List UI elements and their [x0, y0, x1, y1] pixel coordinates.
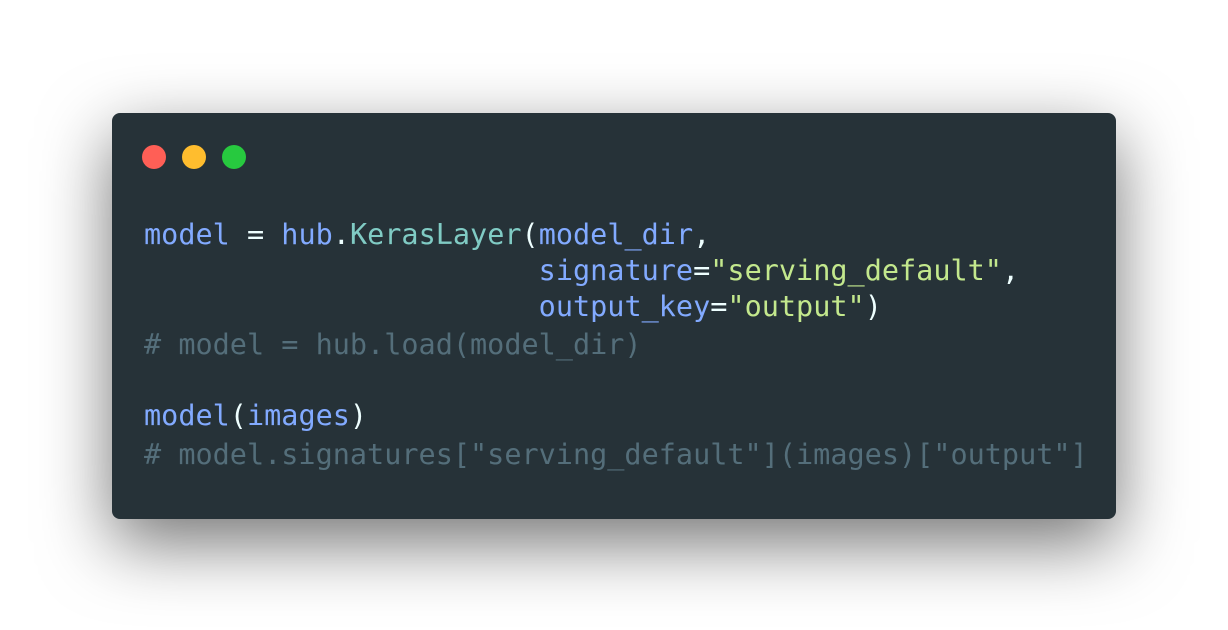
code-line-comment: # model = hub.load(model_dir) [144, 327, 642, 363]
code-token-punctuation [144, 254, 539, 287]
code-token-string: "output" [727, 290, 865, 323]
code-token-comment: # model = hub.load(model_dir) [144, 328, 642, 361]
code-token-identifier: signature [538, 254, 694, 287]
code-token-comment: # model.signatures["serving_default"](im… [144, 438, 1088, 471]
code-token-punctuation: = [229, 218, 282, 251]
maximize-dot-icon[interactable] [222, 145, 246, 169]
code-token-punctuation [144, 290, 539, 323]
code-token-punctuation: ( [229, 399, 247, 432]
code-token-punctuation: . [332, 218, 350, 251]
code-token-identifier: model [144, 399, 230, 432]
code-token-punctuation: ) [349, 399, 368, 432]
code-token-identifier: images [246, 399, 350, 432]
code-token-identifier: model_dir [538, 218, 694, 251]
code-token-punctuation: ( [521, 218, 539, 251]
code-line: output_key="output") [144, 289, 882, 325]
code-token-identifier: hub [281, 218, 333, 251]
code-line-comment: # model.signatures["serving_default"](im… [144, 437, 1088, 473]
code-line: model(images) [144, 398, 367, 434]
code-token-punctuation: , [693, 218, 711, 251]
code-line: model = hub.KerasLayer(model_dir, [144, 217, 710, 253]
close-dot-icon[interactable] [142, 145, 166, 169]
code-token-class: KerasLayer [349, 218, 522, 251]
code-block: model = hub.KerasLayer(model_dir, signat… [144, 217, 1088, 481]
minimize-dot-icon[interactable] [182, 145, 206, 169]
code-token-punctuation: = [693, 254, 711, 287]
code-line: signature="serving_default", [144, 253, 1019, 289]
code-token-punctuation: , [1001, 254, 1020, 287]
code-token-punctuation: ) [864, 290, 882, 323]
code-token-punctuation: = [710, 290, 728, 323]
code-token-identifier: output_key [538, 290, 711, 323]
code-token-identifier: model [144, 218, 230, 251]
code-token-string: "serving_default" [710, 254, 1002, 287]
code-window: model = hub.KerasLayer(model_dir, signat… [112, 113, 1116, 519]
